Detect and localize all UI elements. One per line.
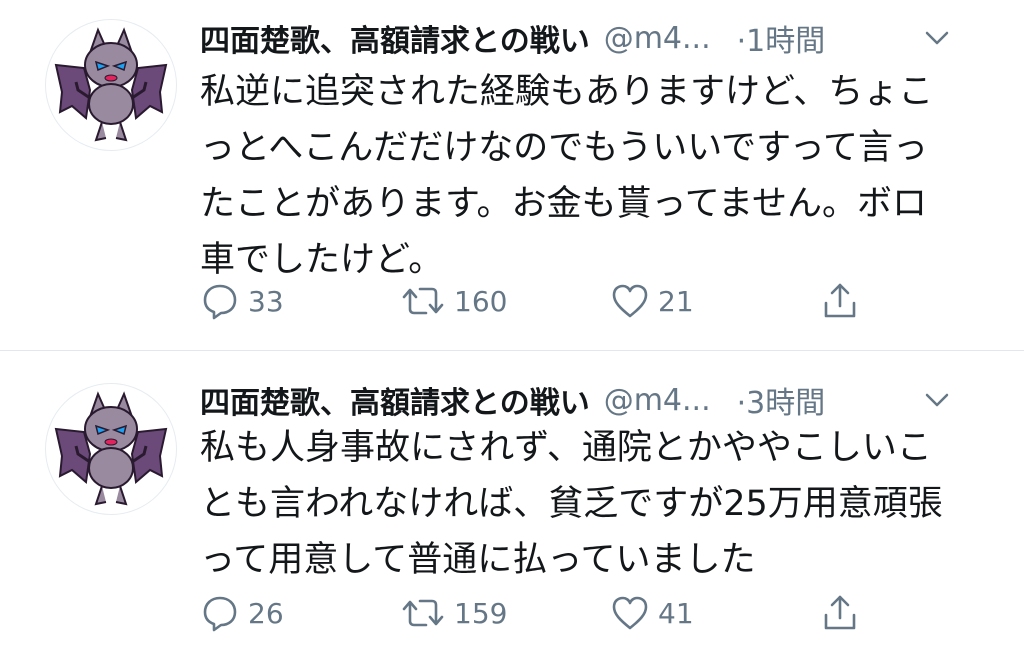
user-handle[interactable]: @m4... xyxy=(604,21,711,56)
chevron-down-icon[interactable] xyxy=(922,23,952,53)
reply-icon xyxy=(203,596,237,632)
avatar[interactable] xyxy=(45,383,177,515)
tweet-header: 四面楚歌、高額請求との戦い @m4... ·3時間 xyxy=(200,378,994,422)
user-handle[interactable]: @m4... xyxy=(604,383,711,418)
tweet-text-line: って用意して普通に払っていました xyxy=(200,540,756,580)
tweet-text-line: 私も人身事故にされず、通院とかややこしいこ xyxy=(200,428,932,468)
chevron-down-icon[interactable] xyxy=(922,385,952,415)
reply-icon xyxy=(203,284,237,320)
display-name[interactable]: 四面楚歌、高額請求との戦い xyxy=(200,16,590,60)
tweet-text-line: 私逆に追突された経験もありますけど、ちょこ xyxy=(200,72,934,112)
divider xyxy=(0,350,1024,351)
retweet-icon xyxy=(402,287,444,315)
like-count: 21 xyxy=(658,284,694,318)
retweet-icon xyxy=(402,599,444,627)
retweet-count: 159 xyxy=(454,596,508,630)
tweet-text-line: っとへこんだだけなのでもういいですって言っ xyxy=(200,128,929,168)
tweet[interactable]: 四面楚歌、高額請求との戦い @m4... ·1時間 私逆に追突された経験もありま… xyxy=(0,0,1024,350)
reply-button[interactable]: 33 xyxy=(200,276,284,326)
tweet-actions: 26 159 41 xyxy=(200,588,900,638)
tweet-text: 私も人身事故にされず、通院とかややこしいこ とも言われなければ、貧乏ですが25万… xyxy=(200,420,990,588)
retweet-button[interactable]: 159 xyxy=(400,588,507,638)
retweet-count: 160 xyxy=(454,284,508,318)
timestamp[interactable]: ·3時間 xyxy=(737,378,826,422)
share-button[interactable] xyxy=(820,276,860,326)
share-button[interactable] xyxy=(820,588,860,638)
heart-icon xyxy=(612,596,648,630)
timestamp[interactable]: ·1時間 xyxy=(737,16,826,60)
tweet-text: 私逆に追突された経験もありますけど、ちょこ っとへこんだだけなのでもういいですっ… xyxy=(200,64,990,288)
tweet-text-line: たことがあります。お金も貰ってません。ボロ xyxy=(200,184,927,224)
like-button[interactable]: 21 xyxy=(610,276,694,326)
share-icon xyxy=(824,595,856,630)
display-name[interactable]: 四面楚歌、高額請求との戦い xyxy=(200,378,590,422)
heart-icon xyxy=(612,284,648,318)
tweet-text-line: とも言われなければ、貧乏ですが25万用意頑張 xyxy=(200,484,943,524)
like-count: 41 xyxy=(658,596,694,630)
reply-button[interactable]: 26 xyxy=(200,588,284,638)
like-button[interactable]: 41 xyxy=(610,588,694,638)
bat-character-avatar-icon xyxy=(54,391,168,506)
retweet-button[interactable]: 160 xyxy=(400,276,507,326)
avatar[interactable] xyxy=(45,19,177,151)
reply-count: 26 xyxy=(248,596,284,630)
reply-count: 33 xyxy=(248,284,284,318)
share-icon xyxy=(824,283,856,318)
bat-character-avatar-icon xyxy=(54,27,168,142)
tweet-header: 四面楚歌、高額請求との戦い @m4... ·1時間 xyxy=(200,16,994,60)
tweet-actions: 33 160 21 xyxy=(200,276,900,326)
